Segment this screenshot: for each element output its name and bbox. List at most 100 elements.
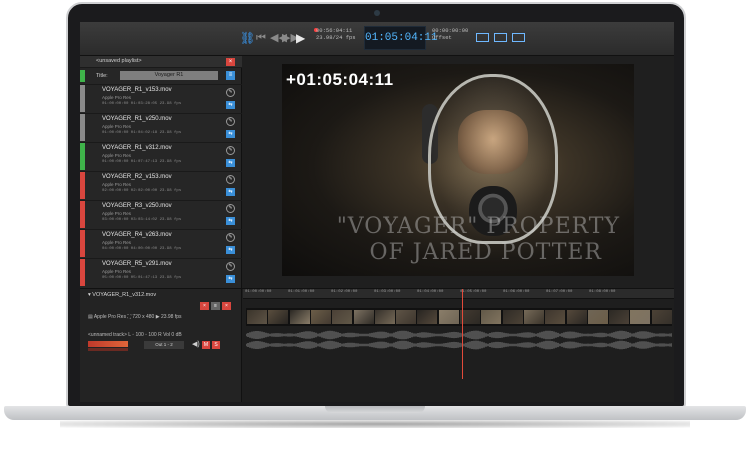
timecode-overlay: +01:05:04:11 — [286, 70, 394, 89]
clip-name: VOYAGER_R5_v291.mov — [102, 261, 172, 267]
clip-tag-icon[interactable]: ⇆ — [226, 275, 235, 283]
filmstrip-thumbnail — [438, 310, 459, 324]
playlist-clip[interactable]: VOYAGER_R1_v250.mov Apple Pro Res 01:00:00… — [80, 113, 242, 141]
video-frame[interactable]: +01:05:04:11 "VOYAGER" PROPERTY OF JARED… — [282, 64, 634, 276]
edit-icon[interactable]: ✎ — [226, 88, 235, 97]
clip-meta: 04:00:00:00 04:00:00:00 23.98 fps — [102, 247, 182, 251]
offset-timecode[interactable]: 00:00:00:00 Offset — [432, 27, 468, 41]
mute-button[interactable]: M — [202, 341, 210, 349]
clip-status-flag — [80, 143, 85, 170]
filmstrip-thumbnail — [374, 310, 395, 324]
edit-icon[interactable]: ✎ — [226, 146, 235, 155]
playlist-panel: <unsaved playlist> × Title: Voyager R1 ≡… — [80, 56, 242, 288]
clip-meta: 05:00:00:00 05:01:47:13 23.98 fps — [102, 276, 182, 280]
ruler-tick: 01:03:00:00 — [374, 290, 401, 294]
clip-meta: 01:00:00:00 01:03:28:05 23.98 fps — [102, 102, 182, 106]
playlist-clip[interactable]: VOYAGER_R1_v153.mov Apple Pro Res 01:00:00… — [80, 84, 242, 112]
clip-codec: Apple Pro Res — [102, 153, 132, 158]
clip-tag-icon[interactable]: ⇆ — [226, 217, 235, 225]
clip-name: VOYAGER_R1_v312.mov — [102, 145, 172, 151]
filmstrip-thumbnail — [630, 310, 651, 324]
laptop-base — [0, 404, 750, 430]
viewer: +01:05:04:11 "VOYAGER" PROPERTY OF JARED… — [242, 56, 674, 288]
playlist-header: <unsaved playlist> × — [80, 56, 242, 68]
edit-icon[interactable]: ✎ — [226, 175, 235, 184]
filmstrip-thumbnail — [417, 310, 438, 324]
timeline-panel: ▾ VOYAGER_R1_v312.mov × ≡ × ▤ Apple Pro … — [80, 288, 674, 402]
clip-codec: Apple Pro Res — [102, 95, 132, 100]
filmstrip-thumbnail — [609, 310, 630, 324]
layout-single-icon[interactable] — [476, 33, 489, 42]
close-playlist-button[interactable]: × — [226, 58, 235, 66]
edit-icon[interactable]: ✎ — [226, 233, 235, 242]
watermark-line-1: "VOYAGER" PROPERTY — [336, 214, 620, 239]
timeline-track-header: ▾ VOYAGER_R1_v312.mov × ≡ × ▤ Apple Pro … — [80, 289, 242, 402]
ruler-tick: 01:04:00:00 — [417, 290, 444, 294]
remove-clip-button[interactable]: × — [200, 302, 209, 310]
filmstrip-thumbnail — [502, 310, 523, 324]
clip-tag-icon[interactable]: ⇆ — [226, 101, 235, 109]
ruler-tick: 01:08:00:00 — [589, 290, 616, 294]
playlist-clip[interactable]: VOYAGER_R4_v263.mov Apple Pro Res 04:00:00… — [80, 229, 242, 257]
title-input[interactable]: Voyager R1 — [120, 71, 218, 80]
audio-waveform[interactable] — [246, 329, 672, 351]
clip-tag-icon[interactable]: ⇆ — [226, 246, 235, 254]
filmstrip-thumbnail — [566, 310, 587, 324]
clip-format-info: ▤ Apple Pro Res ⛶ 720 x 480 ▶ 23.98 fps — [88, 314, 182, 320]
playlist-name[interactable]: <unsaved playlist> — [96, 58, 142, 64]
clip-menu-button[interactable]: ≡ — [211, 302, 220, 310]
clip-codec: Apple Pro Res — [102, 211, 132, 216]
video-filmstrip[interactable] — [246, 308, 672, 326]
output-select[interactable]: Out 1 - 2 — [144, 341, 184, 349]
ruler-tick: 01:01:00:00 — [288, 290, 315, 294]
clip-meta: 01:00:00:00 01:07:47:13 23.98 fps — [102, 160, 182, 164]
audio-track-info[interactable]: <unnamed track> L ◦ 100 ◦ 100 R Vol 0 dB — [88, 332, 182, 338]
playlist-clip[interactable]: VOYAGER_R3_v250.mov Apple Pro Res 03:00:00… — [80, 200, 242, 228]
offset-label: Offset — [432, 34, 452, 41]
layout-split-icon[interactable] — [494, 33, 507, 42]
link-icon[interactable]: ⛓ — [240, 32, 255, 44]
solo-button[interactable]: S — [212, 341, 220, 349]
filmstrip-thumbnail — [481, 310, 502, 324]
stage: ⛓ ⏮ ◀◀ ▶▶ ▶ 00:56:04:11 23.98/24 fps 01:… — [0, 0, 750, 454]
ruler-tick: 01:06:00:00 — [503, 290, 530, 294]
main-timecode[interactable]: 01:05:04:11 — [364, 26, 438, 50]
fullscreen-icon[interactable] — [512, 33, 525, 42]
clip-status-flag — [80, 259, 85, 286]
filmstrip-thumbnail — [332, 310, 353, 324]
watermark-line-2: OF JARED POTTER — [369, 240, 602, 265]
playhead[interactable] — [462, 289, 463, 379]
ruler-tick: 01:07:00:00 — [546, 290, 573, 294]
playlist-clip[interactable]: VOYAGER_R2_v153.mov Apple Pro Res 02:00:00… — [80, 171, 242, 199]
source-fps: 23.98/24 fps — [316, 34, 356, 41]
title-menu-button[interactable]: ≡ — [226, 71, 235, 80]
clip-tag-icon[interactable]: ⇆ — [226, 159, 235, 167]
clip-name: VOYAGER_R1_v153.mov — [102, 87, 172, 93]
playlist-title-row: Title: Voyager R1 ≡ — [80, 70, 242, 82]
speaker-icon[interactable]: ◀) — [192, 341, 200, 349]
clip-meta: 03:00:00:00 03:03:14:02 23.98 fps — [102, 218, 182, 222]
edit-icon[interactable]: ✎ — [226, 204, 235, 213]
play-button[interactable]: ▶ — [296, 32, 305, 44]
timeline-clip-name[interactable]: ▾ VOYAGER_R1_v312.mov — [88, 292, 156, 298]
ruler-tick: 01:00:00:00 — [245, 290, 272, 294]
previous-icon[interactable]: ⏮ — [256, 32, 266, 44]
edit-icon[interactable]: ✎ — [226, 262, 235, 271]
clip-tag-icon[interactable]: ⇆ — [226, 188, 235, 196]
clip-status-flag — [80, 230, 85, 257]
timeline-ruler[interactable]: 01:00:00:00 01:01:00:00 01:02:00:00 01:03:0… — [243, 289, 674, 299]
clip-meta: 01:00:00:00 01:04:02:18 23.98 fps — [102, 131, 182, 135]
clip-codec: Apple Pro Res — [102, 269, 132, 274]
edit-icon[interactable]: ✎ — [226, 117, 235, 126]
clip-tag-icon[interactable]: ⇆ — [226, 130, 235, 138]
clip-codec: Apple Pro Res — [102, 124, 132, 129]
close-clip-button[interactable]: × — [222, 302, 231, 310]
filmstrip-thumbnail — [460, 310, 480, 324]
filmstrip-thumbnail — [310, 310, 331, 324]
playlist-clip[interactable]: VOYAGER_R5_v291.mov Apple Pro Res 05:00:00… — [80, 258, 242, 286]
filmstrip-thumbnail — [651, 310, 672, 324]
title-flag — [80, 70, 85, 82]
laptop-shadow — [60, 420, 690, 428]
filmstrip-thumbnail — [353, 310, 374, 324]
playlist-clip[interactable]: VOYAGER_R1_v312.mov Apple Pro Res 01:00:00… — [80, 142, 242, 170]
